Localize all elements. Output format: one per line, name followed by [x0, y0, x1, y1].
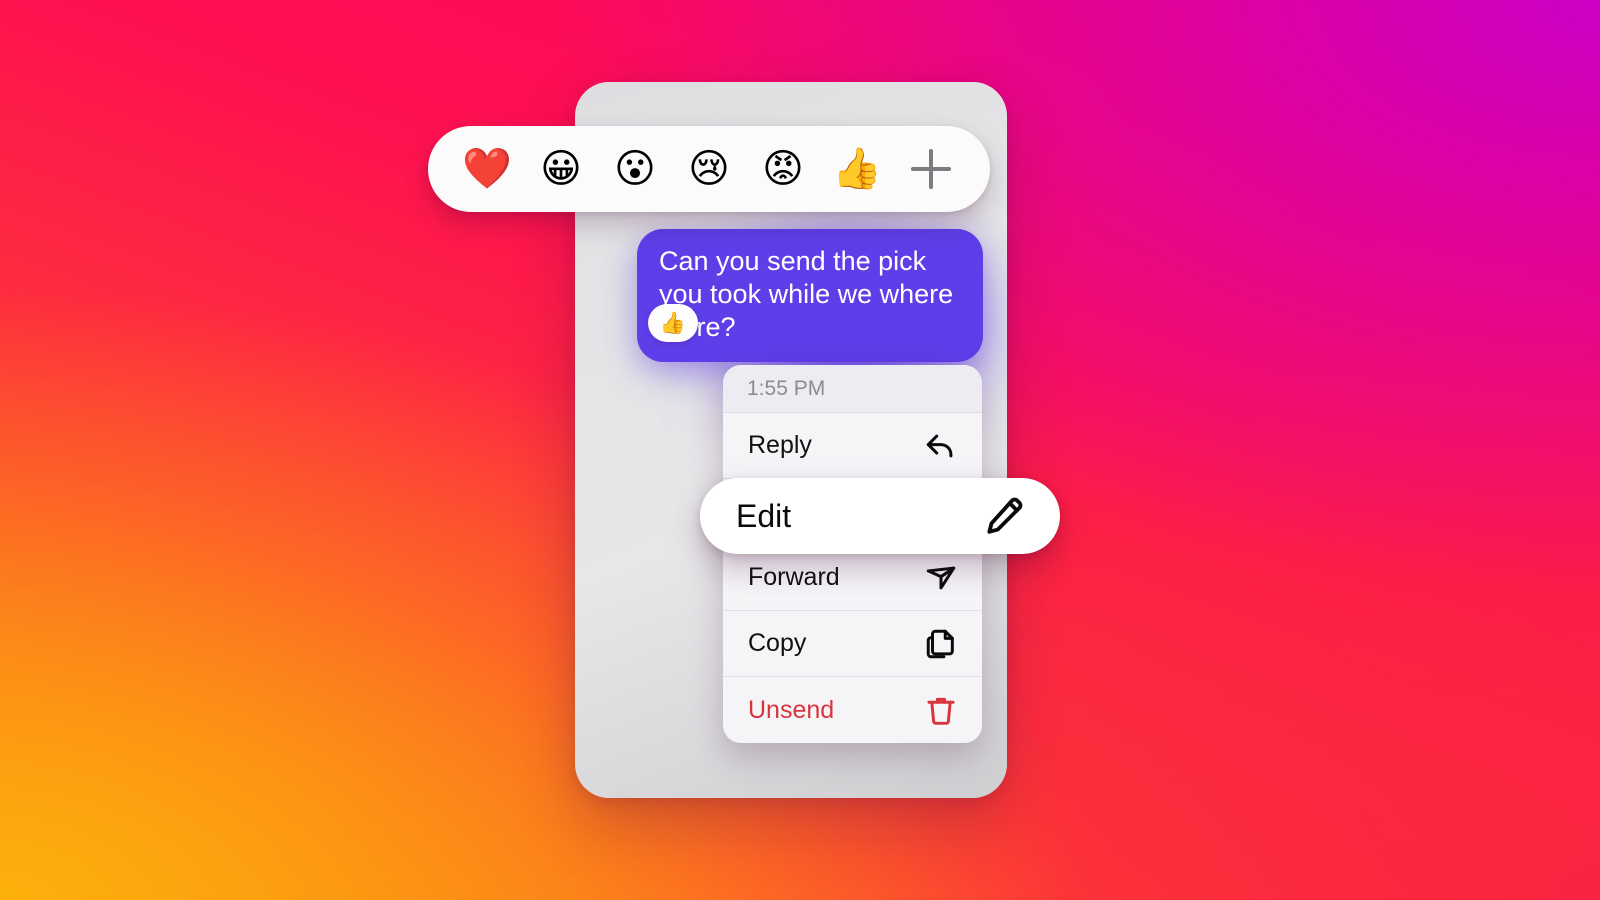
- menu-item-forward[interactable]: Forward: [723, 545, 982, 611]
- menu-item-label: Copy: [748, 629, 807, 657]
- thumbs-up-reaction-icon: 👍: [659, 310, 687, 335]
- menu-item-label: Forward: [748, 563, 840, 591]
- surprised-face-emoji[interactable]: 😮: [598, 126, 672, 212]
- paper-plane-icon: [924, 561, 958, 595]
- message-bubble[interactable]: Can you send the pick you took while we …: [637, 229, 983, 362]
- menu-item-copy[interactable]: Copy: [723, 611, 982, 677]
- gradient-background: Can you send the pick you took while we …: [0, 0, 1600, 900]
- trash-icon: [924, 693, 958, 727]
- plus-icon: [911, 149, 951, 189]
- menu-item-reply[interactable]: Reply: [723, 413, 982, 479]
- angry-face-emoji[interactable]: 😡: [746, 126, 820, 212]
- heart-emoji[interactable]: ❤️: [450, 126, 524, 212]
- menu-item-label: Reply: [748, 431, 812, 459]
- menu-item-label: Unsend: [748, 695, 835, 724]
- timestamp-text: 1:55 PM: [747, 376, 826, 400]
- crying-face-emoji[interactable]: 😢: [672, 126, 746, 212]
- add-reaction-button[interactable]: [894, 126, 968, 212]
- menu-item-unsend[interactable]: Unsend: [723, 677, 982, 743]
- message-context-menu: 1:55 PM Reply Forward Copy Unsend: [723, 365, 982, 743]
- copy-pages-icon: [924, 627, 958, 661]
- menu-item-label: Edit: [736, 497, 792, 534]
- emoji-reaction-bar: ❤️ 😀 😮 😢 😡 👍: [428, 126, 990, 212]
- message-text: Can you send the pick you took while we …: [659, 246, 954, 342]
- menu-item-edit[interactable]: Edit: [700, 478, 1060, 554]
- pencil-icon: [982, 494, 1026, 538]
- grinning-face-emoji[interactable]: 😀: [524, 126, 598, 212]
- message-timestamp: 1:55 PM: [723, 365, 982, 413]
- reply-arrow-icon: [924, 429, 958, 463]
- thumbs-up-emoji[interactable]: 👍: [820, 126, 894, 212]
- thumbs-up-reaction-badge[interactable]: 👍: [648, 304, 698, 342]
